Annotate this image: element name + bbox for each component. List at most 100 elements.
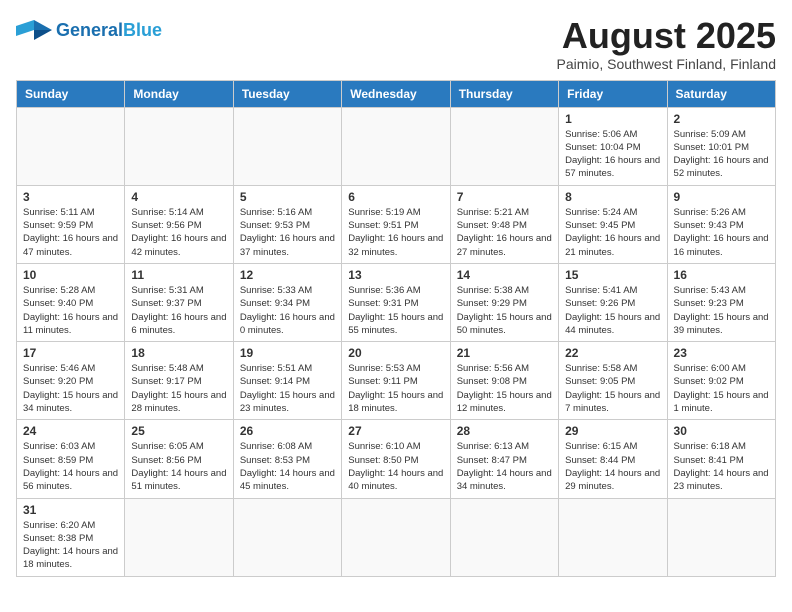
- day-number: 24: [23, 424, 118, 438]
- day-number: 5: [240, 190, 335, 204]
- day-info: Sunrise: 5:31 AM Sunset: 9:37 PM Dayligh…: [131, 284, 226, 337]
- day-number: 31: [23, 503, 118, 517]
- calendar-cell: 7Sunrise: 5:21 AM Sunset: 9:48 PM Daylig…: [450, 185, 558, 263]
- weekday-header-sunday: Sunday: [17, 80, 125, 107]
- calendar-cell: 19 Sunrise: 5:51 AM Sunset: 9:14 PM Dayli…: [233, 342, 341, 420]
- calendar-cell: 10 Sunrise: 5:28 AM Sunset: 9:40 PM Dayli…: [17, 263, 125, 341]
- day-info: Sunrise: 5:46 AM Sunset: 9:20 PM Dayligh…: [23, 362, 118, 415]
- calendar-cell: [125, 107, 233, 185]
- calendar-cell: 12Sunrise: 5:33 AM Sunset: 9:34 PM Dayli…: [233, 263, 341, 341]
- day-number: 13: [348, 268, 443, 282]
- calendar-cell: [125, 498, 233, 576]
- day-number: 14: [457, 268, 552, 282]
- day-info: Sunrise: 6:15 AM Sunset: 8:44 PM Dayligh…: [565, 440, 660, 493]
- day-number: 16: [674, 268, 769, 282]
- day-number: 7: [457, 190, 552, 204]
- logo-text: GeneralBlue: [56, 20, 162, 41]
- calendar-cell: 3 Sunrise: 5:11 AM Sunset: 9:59 PM Daylig…: [17, 185, 125, 263]
- calendar-cell: [667, 498, 775, 576]
- day-info: Sunrise: 6:08 AM Sunset: 8:53 PM Dayligh…: [240, 440, 335, 493]
- day-info: Sunrise: 5:19 AM Sunset: 9:51 PM Dayligh…: [348, 206, 443, 259]
- weekday-header-saturday: Saturday: [667, 80, 775, 107]
- week-row-5: 24 Sunrise: 6:03 AM Sunset: 8:59 PM Dayli…: [17, 420, 776, 498]
- calendar-cell: [342, 498, 450, 576]
- week-row-1: 1 Sunrise: 5:06 AM Sunset: 10:04 PM Dayli…: [17, 107, 776, 185]
- weekday-header-thursday: Thursday: [450, 80, 558, 107]
- calendar-title: August 2025: [557, 16, 776, 56]
- calendar-subtitle: Paimio, Southwest Finland, Finland: [557, 56, 776, 72]
- weekday-header-friday: Friday: [559, 80, 667, 107]
- day-info: Sunrise: 5:09 AM Sunset: 10:01 PM Daylig…: [674, 128, 769, 181]
- day-number: 1: [565, 112, 660, 126]
- calendar-cell: [17, 107, 125, 185]
- calendar-cell: 24 Sunrise: 6:03 AM Sunset: 8:59 PM Dayli…: [17, 420, 125, 498]
- day-number: 30: [674, 424, 769, 438]
- day-info: Sunrise: 5:16 AM Sunset: 9:53 PM Dayligh…: [240, 206, 335, 259]
- weekday-header-row: SundayMondayTuesdayWednesdayThursdayFrid…: [17, 80, 776, 107]
- day-info: Sunrise: 5:38 AM Sunset: 9:29 PM Dayligh…: [457, 284, 552, 337]
- day-number: 10: [23, 268, 118, 282]
- calendar-cell: 26 Sunrise: 6:08 AM Sunset: 8:53 PM Dayli…: [233, 420, 341, 498]
- logo: GeneralBlue: [16, 16, 162, 44]
- calendar-cell: [450, 107, 558, 185]
- day-number: 25: [131, 424, 226, 438]
- calendar-cell: 8 Sunrise: 5:24 AM Sunset: 9:45 PM Daylig…: [559, 185, 667, 263]
- calendar-cell: 5 Sunrise: 5:16 AM Sunset: 9:53 PM Daylig…: [233, 185, 341, 263]
- calendar-cell: 30 Sunrise: 6:18 AM Sunset: 8:41 PM Dayli…: [667, 420, 775, 498]
- calendar-table: SundayMondayTuesdayWednesdayThursdayFrid…: [16, 80, 776, 577]
- day-number: 2: [674, 112, 769, 126]
- day-number: 8: [565, 190, 660, 204]
- calendar-cell: 11Sunrise: 5:31 AM Sunset: 9:37 PM Dayli…: [125, 263, 233, 341]
- day-info: Sunrise: 6:20 AM Sunset: 8:38 PM Dayligh…: [23, 519, 118, 572]
- day-number: 27: [348, 424, 443, 438]
- day-info: Sunrise: 5:36 AM Sunset: 9:31 PM Dayligh…: [348, 284, 443, 337]
- calendar-cell: 9Sunrise: 5:26 AM Sunset: 9:43 PM Daylig…: [667, 185, 775, 263]
- day-number: 21: [457, 346, 552, 360]
- day-number: 23: [674, 346, 769, 360]
- calendar-cell: 31 Sunrise: 6:20 AM Sunset: 8:38 PM Dayli…: [17, 498, 125, 576]
- calendar-cell: [342, 107, 450, 185]
- calendar-cell: 4 Sunrise: 5:14 AM Sunset: 9:56 PM Daylig…: [125, 185, 233, 263]
- calendar-cell: 20Sunrise: 5:53 AM Sunset: 9:11 PM Dayli…: [342, 342, 450, 420]
- day-number: 26: [240, 424, 335, 438]
- day-info: Sunrise: 5:11 AM Sunset: 9:59 PM Dayligh…: [23, 206, 118, 259]
- day-info: Sunrise: 6:10 AM Sunset: 8:50 PM Dayligh…: [348, 440, 443, 493]
- calendar-cell: 6 Sunrise: 5:19 AM Sunset: 9:51 PM Daylig…: [342, 185, 450, 263]
- day-number: 4: [131, 190, 226, 204]
- day-info: Sunrise: 5:28 AM Sunset: 9:40 PM Dayligh…: [23, 284, 118, 337]
- week-row-4: 17 Sunrise: 5:46 AM Sunset: 9:20 PM Dayli…: [17, 342, 776, 420]
- calendar-cell: 23 Sunrise: 6:00 AM Sunset: 9:02 PM Dayli…: [667, 342, 775, 420]
- day-number: 6: [348, 190, 443, 204]
- day-number: 19: [240, 346, 335, 360]
- logo-icon: [16, 16, 52, 44]
- day-number: 3: [23, 190, 118, 204]
- calendar-cell: [233, 107, 341, 185]
- day-info: Sunrise: 5:51 AM Sunset: 9:14 PM Dayligh…: [240, 362, 335, 415]
- day-info: Sunrise: 6:18 AM Sunset: 8:41 PM Dayligh…: [674, 440, 769, 493]
- calendar-cell: 28 Sunrise: 6:13 AM Sunset: 8:47 PM Dayli…: [450, 420, 558, 498]
- day-info: Sunrise: 5:41 AM Sunset: 9:26 PM Dayligh…: [565, 284, 660, 337]
- day-number: 9: [674, 190, 769, 204]
- day-info: Sunrise: 6:03 AM Sunset: 8:59 PM Dayligh…: [23, 440, 118, 493]
- day-info: Sunrise: 6:13 AM Sunset: 8:47 PM Dayligh…: [457, 440, 552, 493]
- day-info: Sunrise: 5:53 AM Sunset: 9:11 PM Dayligh…: [348, 362, 443, 415]
- calendar-cell: [450, 498, 558, 576]
- day-number: 28: [457, 424, 552, 438]
- calendar-cell: 29Sunrise: 6:15 AM Sunset: 8:44 PM Dayli…: [559, 420, 667, 498]
- day-info: Sunrise: 5:14 AM Sunset: 9:56 PM Dayligh…: [131, 206, 226, 259]
- week-row-3: 10 Sunrise: 5:28 AM Sunset: 9:40 PM Dayli…: [17, 263, 776, 341]
- calendar-cell: [559, 498, 667, 576]
- calendar-cell: 16Sunrise: 5:43 AM Sunset: 9:23 PM Dayli…: [667, 263, 775, 341]
- day-info: Sunrise: 6:00 AM Sunset: 9:02 PM Dayligh…: [674, 362, 769, 415]
- weekday-header-monday: Monday: [125, 80, 233, 107]
- calendar-cell: 17 Sunrise: 5:46 AM Sunset: 9:20 PM Dayli…: [17, 342, 125, 420]
- page-header: GeneralBlue August 2025 Paimio, Southwes…: [16, 16, 776, 72]
- day-info: Sunrise: 5:06 AM Sunset: 10:04 PM Daylig…: [565, 128, 660, 181]
- day-info: Sunrise: 6:05 AM Sunset: 8:56 PM Dayligh…: [131, 440, 226, 493]
- day-number: 17: [23, 346, 118, 360]
- week-row-6: 31 Sunrise: 6:20 AM Sunset: 8:38 PM Dayli…: [17, 498, 776, 576]
- day-info: Sunrise: 5:24 AM Sunset: 9:45 PM Dayligh…: [565, 206, 660, 259]
- calendar-cell: 15Sunrise: 5:41 AM Sunset: 9:26 PM Dayli…: [559, 263, 667, 341]
- calendar-cell: 2 Sunrise: 5:09 AM Sunset: 10:01 PM Dayli…: [667, 107, 775, 185]
- day-info: Sunrise: 5:33 AM Sunset: 9:34 PM Dayligh…: [240, 284, 335, 337]
